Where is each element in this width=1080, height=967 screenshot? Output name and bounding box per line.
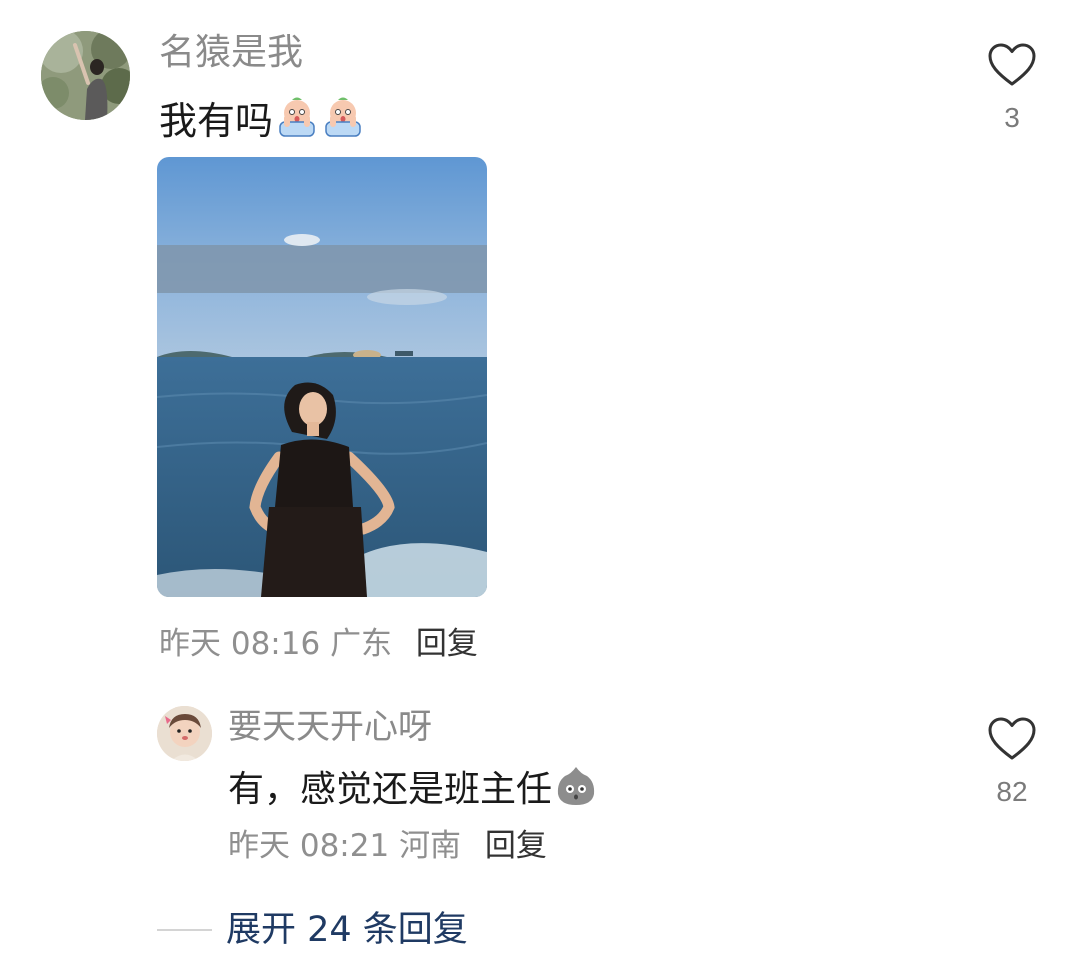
reply-reply-button[interactable]: 回复 — [485, 828, 547, 864]
reply-like-button[interactable]: 82 — [982, 716, 1042, 810]
heart-icon — [988, 717, 1036, 760]
comment-meta: 昨天 08:16 广东 回复 — [159, 622, 478, 666]
reply-text: 有，感觉还是班主任 — [228, 762, 598, 810]
face-with-hands-emoji — [325, 97, 361, 137]
comment-text: 我有吗 — [159, 92, 365, 143]
comment-thread: 名猿是我 我有吗 昨天 08:16 广东 回复 3 要天天开心呀 有，感觉还是班… — [0, 0, 1080, 967]
reply-button[interactable]: 回复 — [416, 626, 478, 662]
comment-time: 昨天 08:16 — [159, 626, 321, 662]
reply-meta: 昨天 08:21 河南 回复 — [228, 825, 547, 867]
avatar[interactable] — [41, 31, 130, 120]
reply-text-content: 有，感觉还是班主任 — [228, 769, 553, 810]
expand-replies-button[interactable]: 展开 24 条回复 — [226, 908, 468, 952]
comment-photo[interactable] — [157, 157, 487, 597]
reply-username[interactable]: 要天天开心呀 — [228, 705, 432, 749]
username[interactable]: 名猿是我 — [159, 30, 303, 76]
reply-avatar[interactable] — [157, 706, 212, 761]
like-count: 3 — [1004, 102, 1020, 133]
reply-location: 河南 — [399, 828, 462, 864]
face-with-hands-emoji — [279, 97, 315, 137]
grey-blob-emoji — [557, 767, 595, 805]
reply-like-count: 82 — [996, 776, 1028, 807]
reply-time: 昨天 08:21 — [228, 828, 390, 864]
comment-location: 广东 — [330, 626, 393, 662]
like-button[interactable]: 3 — [982, 42, 1042, 136]
expand-divider — [157, 929, 212, 931]
heart-icon — [988, 43, 1036, 86]
comment-text-content: 我有吗 — [159, 98, 274, 143]
